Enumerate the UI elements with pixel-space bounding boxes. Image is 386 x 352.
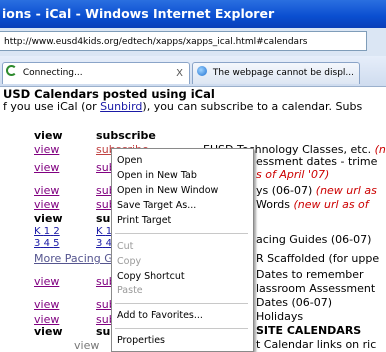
loading-icon bbox=[6, 65, 17, 76]
calendar-description: R Scaffolded (for uppe bbox=[256, 252, 380, 265]
view-link[interactable]: view bbox=[34, 198, 59, 211]
tab-label: The webpage cannot be displ... bbox=[212, 68, 355, 78]
calendar-note: s of April '07) bbox=[256, 168, 330, 181]
sunbird-link[interactable]: Sunbird bbox=[100, 100, 142, 113]
view-label: view bbox=[34, 325, 63, 338]
grade-subscribe-links[interactable]: K 1 bbox=[96, 226, 112, 237]
subscribe-column-header: subscribe bbox=[96, 129, 156, 142]
menu-item-open-new-tab[interactable]: Open in New Tab bbox=[112, 169, 251, 183]
view-link[interactable]: view bbox=[34, 161, 59, 174]
menu-item-paste: Paste bbox=[117, 285, 143, 296]
context-menu: Open Open in New Tab Open in New Window … bbox=[111, 148, 254, 352]
calendar-description: Dates (06-07) bbox=[256, 296, 333, 309]
tab-strip: Connecting... X The webpage cannot be di… bbox=[0, 56, 386, 87]
view-label: view bbox=[34, 212, 63, 225]
menu-item-print-target[interactable]: Print Target bbox=[112, 214, 251, 228]
calendar-description: essment dates - trime bbox=[256, 155, 378, 168]
menu-item-copy-shortcut[interactable]: Copy Shortcut bbox=[112, 270, 251, 284]
ie-page-icon bbox=[197, 66, 207, 76]
menu-item-add-favorites[interactable]: Add to Favorites... bbox=[112, 309, 251, 323]
view-link[interactable]: view bbox=[34, 298, 59, 311]
grade-links[interactable]: K 1 2 bbox=[34, 226, 60, 237]
address-input[interactable]: http://www.eusd4kids.org/edtech/xapps/xa… bbox=[0, 31, 367, 51]
menu-item-cut: Cut bbox=[117, 241, 134, 252]
menu-separator bbox=[115, 233, 248, 234]
menu-item-save-target[interactable]: Save Target As... bbox=[112, 199, 251, 213]
calendar-description: Holidays bbox=[256, 310, 304, 323]
calendar-description: lassroom Assessment bbox=[256, 282, 376, 295]
window-title: ions - iCal - Windows Internet Explorer bbox=[2, 6, 275, 21]
menu-item-copy: Copy bbox=[117, 256, 142, 267]
page-heading: USD Calendars posted using iCal bbox=[3, 87, 215, 101]
menu-item-properties[interactable]: Properties bbox=[112, 334, 251, 348]
view-link[interactable]: view bbox=[34, 143, 59, 156]
view-link[interactable]: view bbox=[74, 339, 99, 352]
view-link[interactable]: view bbox=[34, 275, 59, 288]
calendar-description: ys (06-07) (new url as bbox=[256, 184, 377, 197]
tab-connecting[interactable]: Connecting... X bbox=[2, 62, 190, 84]
tab-label: Connecting... bbox=[22, 68, 83, 78]
calendar-description: Words (new url as of bbox=[256, 198, 369, 211]
address-url: http://www.eusd4kids.org/edtech/xapps/xa… bbox=[4, 37, 308, 47]
menu-separator bbox=[115, 303, 248, 304]
close-tab-icon[interactable]: X bbox=[176, 63, 183, 84]
menu-separator bbox=[115, 328, 248, 329]
calendar-description: acing Guides (06-07) bbox=[256, 233, 372, 246]
address-bar: http://www.eusd4kids.org/edtech/xapps/xa… bbox=[0, 28, 386, 56]
intro-text: f you use iCal (or Sunbird), you can sub… bbox=[3, 100, 363, 113]
window-title-bar[interactable]: ions - iCal - Windows Internet Explorer bbox=[0, 0, 386, 28]
section-heading: SITE CALENDARS bbox=[256, 324, 362, 337]
tab-error-page[interactable]: The webpage cannot be displ... bbox=[192, 62, 360, 84]
view-link[interactable]: view bbox=[34, 184, 59, 197]
calendar-description: t Calendar links on ric bbox=[256, 338, 377, 351]
view-column-header: view bbox=[34, 129, 63, 142]
grade-subscribe-links[interactable]: 3 4 bbox=[96, 238, 112, 249]
grade-links[interactable]: 3 4 5 bbox=[34, 238, 60, 249]
menu-item-open-new-window[interactable]: Open in New Window bbox=[112, 184, 251, 198]
menu-item-open[interactable]: Open bbox=[112, 154, 251, 168]
calendar-description: Dates to remember bbox=[256, 268, 364, 281]
